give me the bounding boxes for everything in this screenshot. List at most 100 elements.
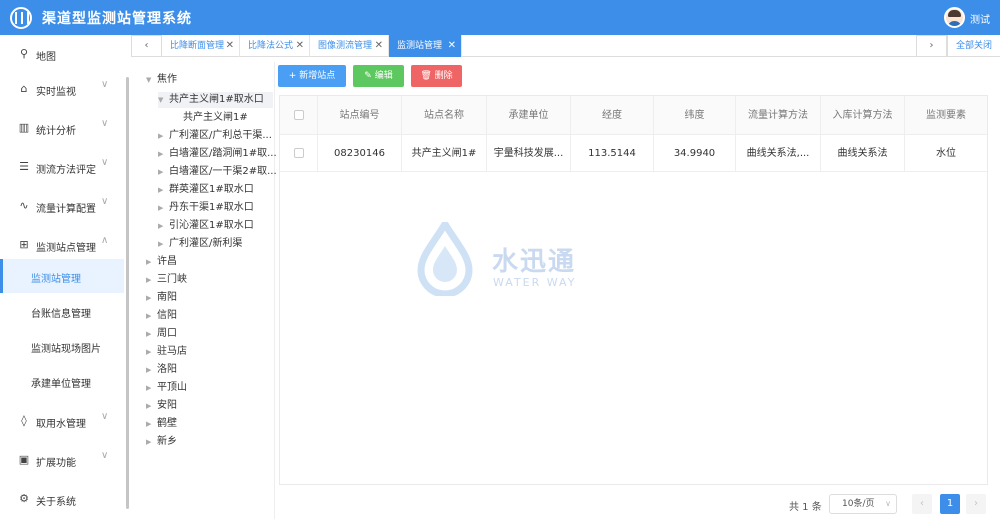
- delete-button[interactable]: 🗑 删除: [411, 65, 462, 87]
- column-header[interactable]: 经度: [571, 96, 654, 134]
- table-cell: 34.9940: [654, 135, 736, 171]
- app-logo: [10, 7, 32, 29]
- water-drop-icon: ◊: [21, 414, 27, 427]
- user-avatar[interactable]: [944, 7, 965, 28]
- tab-scroll-left-button[interactable]: ‹: [131, 35, 162, 57]
- page-number-button[interactable]: 1: [940, 494, 960, 514]
- column-header[interactable]: 纬度: [654, 96, 736, 134]
- submenu-label: 监测站管理: [31, 274, 81, 285]
- header-checkbox-cell[interactable]: [280, 96, 318, 134]
- sidebar-item-label: 统计分析: [36, 126, 76, 137]
- close-all-tabs-button[interactable]: 全部关闭: [947, 35, 1000, 57]
- user-name[interactable]: 测试: [970, 11, 990, 26]
- tree-node-city[interactable]: ▶ 驻马店: [146, 344, 187, 360]
- tree-node-city[interactable]: ▶ 周口: [146, 326, 177, 342]
- chevron-down-icon: ∨: [101, 79, 109, 90]
- column-header[interactable]: 流量计算方法: [736, 96, 821, 134]
- caret-right-icon: ▶: [158, 168, 164, 176]
- tree-label: 周口: [157, 328, 177, 339]
- caret-right-icon: ▶: [146, 438, 152, 446]
- close-icon[interactable]: ✕: [296, 35, 304, 57]
- tree-node-city[interactable]: ▶ 鹤壁: [146, 416, 177, 432]
- tab-image-flow[interactable]: 图像测流管理 ✕: [310, 35, 389, 57]
- table-row[interactable]: 08230146 共产主义闸1# 宇量科技发展... 113.5144 34.9…: [280, 135, 987, 172]
- tabs-bar: ‹ 比降断面管理 ✕ 比降法公式 ✕ 图像测流管理 ✕ 监测站管理 ✕ › 全部关闭: [131, 35, 1000, 57]
- tree-label: 丹东干渠1#取水口: [169, 202, 254, 213]
- tree-node[interactable]: ▶ 群英灌区1#取水口: [158, 182, 254, 198]
- tree-node-city[interactable]: ▶ 安阳: [146, 398, 177, 414]
- caret-right-icon: ▶: [158, 240, 164, 248]
- tree-node-city[interactable]: ▶ 许昌: [146, 254, 177, 270]
- watermark-cn: 水迅通: [492, 247, 577, 277]
- tab-label: 比降断面管理: [170, 41, 225, 51]
- tree-node[interactable]: ▶ 广利灌区/广利总干渠...: [158, 128, 272, 144]
- tree-node[interactable]: ▶ 引沁灌区1#取水口: [158, 218, 254, 234]
- chevron-down-icon: ∨: [101, 118, 109, 129]
- caret-right-icon: ▶: [146, 384, 152, 392]
- close-icon[interactable]: ✕: [448, 35, 456, 57]
- column-header[interactable]: 入库计算方法: [821, 96, 905, 134]
- column-header[interactable]: 监测要素: [905, 96, 987, 134]
- submenu-station[interactable]: 监测站管理: [0, 259, 124, 293]
- trash-icon: 🗑: [420, 71, 435, 81]
- tab-label: 监测站管理: [397, 41, 443, 51]
- sidebar-item-map[interactable]: ⚲ 地图: [0, 35, 124, 73]
- submenu-ledger[interactable]: 台账信息管理: [0, 294, 124, 328]
- tree-node-city[interactable]: ▶ 南阳: [146, 290, 177, 306]
- tree-node[interactable]: ▶ 广利灌区/新利渠: [158, 236, 242, 252]
- select-all-checkbox[interactable]: [293, 110, 304, 120]
- delete-label: 删除: [434, 71, 453, 81]
- edit-label: 编辑: [374, 71, 393, 81]
- prev-page-button[interactable]: ‹: [912, 494, 932, 514]
- sidebar-item-water-use[interactable]: ◊ 取用水管理 ∨: [0, 402, 124, 440]
- pagination-total: 共 1 条: [789, 502, 822, 513]
- sidebar-scrollbar[interactable]: [126, 77, 129, 509]
- sidebar-item-extensions[interactable]: ▣ 扩展功能 ∨: [0, 441, 124, 479]
- sidebar-item-label: 实时监视: [36, 87, 76, 98]
- tree-node-city[interactable]: ▶ 三门峡: [146, 272, 187, 288]
- tab-scroll-right-button[interactable]: ›: [916, 35, 947, 57]
- page-size-select[interactable]: 10条/页 ∨: [829, 494, 897, 514]
- column-header[interactable]: 站点编号: [318, 96, 402, 134]
- sidebar-item-flow-method[interactable]: ☰ 测流方法评定 ∨: [0, 148, 124, 186]
- tree-node[interactable]: ▶ 白墙灌区/踏洞闸1#取...: [158, 146, 277, 162]
- sidebar-item-realtime[interactable]: ⌂ 实时监视 ∨: [0, 70, 124, 108]
- tree-label: 南阳: [157, 292, 177, 303]
- close-icon[interactable]: ✕: [226, 35, 234, 57]
- tree-node-leaf[interactable]: 共产主义闸1#: [183, 110, 248, 126]
- submenu-contractor[interactable]: 承建单位管理: [0, 364, 124, 398]
- tree-node-city[interactable]: ▶ 平顶山: [146, 380, 187, 396]
- tree-node-root[interactable]: ▼ 焦作: [146, 72, 177, 88]
- tree-node[interactable]: ▶ 白墙灌区/一干渠2#取...: [158, 164, 277, 180]
- column-header[interactable]: 站点名称: [402, 96, 487, 134]
- caret-right-icon: ▶: [146, 348, 152, 356]
- table-cell: 08230146: [318, 135, 402, 171]
- next-page-button[interactable]: ›: [966, 494, 986, 514]
- add-station-button[interactable]: + 新增站点: [278, 65, 346, 87]
- sidebar-item-statistics[interactable]: ▥ 统计分析 ∨: [0, 109, 124, 147]
- tree-node-city[interactable]: ▶ 信阳: [146, 308, 177, 324]
- water-drop-logo-icon: [417, 222, 473, 296]
- tree-node-city[interactable]: ▶ 洛阳: [146, 362, 177, 378]
- edit-button[interactable]: ✎ 编辑: [353, 65, 404, 87]
- row-checkbox-cell[interactable]: [280, 135, 318, 171]
- table-header: 站点编号 站点名称 承建单位 经度 纬度 流量计算方法 入库计算方法 监测要素: [280, 96, 987, 135]
- tree-node-selected[interactable]: ▼ 共产主义闸1#取水口: [158, 92, 273, 108]
- close-icon[interactable]: ✕: [375, 35, 383, 57]
- tab-slope-section[interactable]: 比降断面管理 ✕: [162, 35, 240, 57]
- sidebar-item-about[interactable]: ⚙ 关于系统: [0, 480, 124, 518]
- tab-station-manage[interactable]: 监测站管理 ✕: [389, 35, 462, 57]
- chevron-down-icon: ∨: [101, 450, 109, 461]
- tree-node[interactable]: ▶ 丹东干渠1#取水口: [158, 200, 254, 216]
- tree-node-city[interactable]: ▶ 新乡: [146, 434, 177, 450]
- row-checkbox[interactable]: [293, 148, 304, 158]
- sidebar-item-flow-config[interactable]: ∿ 流量计算配置 ∨: [0, 187, 124, 225]
- submenu-site-photos[interactable]: 监测站现场图片: [0, 329, 124, 363]
- page-size-value: 10条/页: [842, 499, 875, 509]
- column-header[interactable]: 承建单位: [487, 96, 571, 134]
- tab-slope-formula[interactable]: 比降法公式 ✕: [240, 35, 310, 57]
- tree-label: 新乡: [157, 436, 177, 447]
- sidebar-item-label: 取用水管理: [36, 419, 86, 430]
- caret-right-icon: ▶: [158, 150, 164, 158]
- list-icon: ☰: [19, 160, 29, 173]
